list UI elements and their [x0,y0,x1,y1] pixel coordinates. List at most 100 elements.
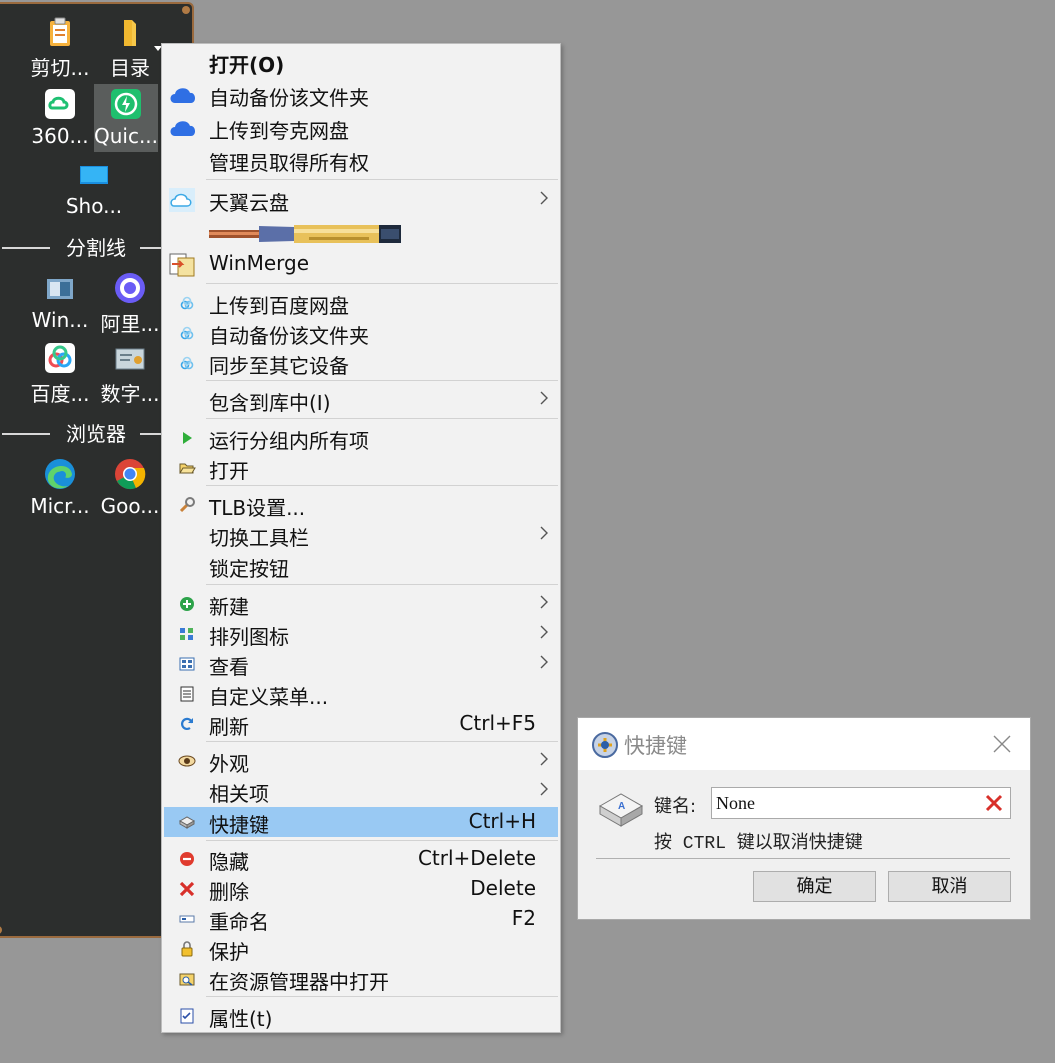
key-name-field[interactable]: None [711,787,1011,819]
menu-item-related[interactable]: 相关项 [164,776,558,806]
menu-item-label: 运行分组内所有项 [209,429,369,453]
dock-item-chrome[interactable]: Goo... [98,454,162,522]
menu-item-auto-backup-quark[interactable]: 自动备份该文件夹 [164,80,558,110]
keyboard-key-icon: A [598,793,644,827]
rename-icon [179,915,195,923]
quicker-icon [111,89,141,119]
menu-separator [206,996,558,997]
menu-item-label: 查看 [209,655,249,679]
menu-item-rename[interactable]: 重命名 F2 [164,904,558,934]
menu-item-open-o[interactable]: 打开(O) [164,47,558,77]
view-icon [179,657,195,671]
menu-item-view[interactable]: 查看 [164,649,558,679]
submenu-arrow-icon [540,655,548,669]
menu-item-label: 打开(O) [209,53,285,77]
menu-item-label: 自动备份该文件夹 [209,324,369,348]
custom-menu-icon [180,686,194,702]
hotkey-dialog: 快捷键 A 键名: None 按 CTRL 键以取消快捷键 确定 取消 [577,717,1031,920]
menu-separator [206,418,558,419]
dock-item-edge[interactable]: Micr... [28,454,92,522]
cancel-button[interactable]: 取消 [888,871,1011,902]
dock-item-show-desktop[interactable]: Sho... [62,154,126,222]
submenu-arrow-icon [540,752,548,766]
dock-item-clipboard[interactable]: 剪切... [28,12,92,80]
baidu-icon [180,296,194,310]
context-menu: 打开(O) 自动备份该文件夹 上传到夸克网盘 管理员取得所有权 天翼云盘 Win… [161,43,561,1033]
dock-item-label: Sho... [65,194,123,218]
dock-item-directory[interactable]: 目录 [98,12,162,80]
edge-icon [45,459,75,489]
dock-item-label: 阿里... [100,312,160,336]
menu-item-tlb-settings[interactable]: TLB设置... [164,490,558,520]
menu-item-refresh[interactable]: 刷新 Ctrl+F5 [164,709,558,739]
menu-item-label: 属性(t) [209,1007,273,1031]
submenu-arrow-icon [540,391,548,405]
rivet-top-right [182,6,190,14]
menu-item-label: WinMerge [209,251,309,275]
menu-item-upload-baidu[interactable]: 上传到百度网盘 [164,288,558,318]
winmerge-icon [169,253,195,277]
submenu-arrow-icon [540,782,548,796]
dock-item-label: 目录 [110,56,150,80]
menu-item-label: 重命名 [209,910,269,934]
menu-item-protect[interactable]: 保护 [164,934,558,964]
menu-item-delete[interactable]: 删除 Delete [164,874,558,904]
menu-item-auto-backup-baidu[interactable]: 自动备份该文件夹 [164,318,558,348]
menu-item-toggle-toolbar[interactable]: 切换工具栏 [164,520,558,550]
menu-separator [206,485,558,486]
dock-item-360[interactable]: 360... [28,84,92,152]
tianyi-cloud-icon [169,188,195,212]
quark-cloud-icon [170,121,196,136]
dock-item-winmerge[interactable]: Win... [28,268,92,336]
refresh-icon [181,717,194,731]
menu-item-label: 上传到夸克网盘 [209,119,349,143]
menu-item-open[interactable]: 打开 [164,453,558,483]
eye-icon [178,755,196,767]
clear-x-icon[interactable] [984,793,1004,813]
menu-item-upload-quark[interactable]: 上传到夸克网盘 [164,113,558,143]
dock-item-quicker[interactable]: Quic... [94,84,158,152]
menu-item-winmerge[interactable]: WinMerge [164,249,558,279]
menu-item-label: 隐藏 [209,850,249,874]
menu-item-shortcut: Ctrl+F5 [459,711,536,735]
menu-item-open-in-explorer[interactable]: 在资源管理器中打开 [164,964,558,994]
menu-item-label: 自动备份该文件夹 [209,86,369,110]
baidu-icon [180,326,194,340]
menu-item-custom-menu[interactable]: 自定义菜单... [164,679,558,709]
menu-item-label: 自定义菜单... [209,685,329,709]
dock-item-aliyun[interactable]: 阿里... [98,268,162,336]
dock-item-label: Quic... [93,124,159,148]
menu-item-arrange-icons[interactable]: 排列图标 [164,619,558,649]
dock-item-label: 剪切... [30,56,90,80]
menu-item-new[interactable]: 新建 [164,589,558,619]
menu-item-bullet-banner[interactable] [164,219,558,249]
dock-item-certificate[interactable]: 数字... [98,338,162,406]
key-name-label: 键名: [654,796,697,817]
quark-cloud-icon [170,88,196,103]
menu-separator [206,840,558,841]
menu-item-label: 保护 [209,940,249,964]
close-icon[interactable] [992,734,1012,754]
baidu-icon [180,356,194,370]
menu-item-take-ownership[interactable]: 管理员取得所有权 [164,145,558,175]
menu-item-properties[interactable]: 属性(t) [164,1001,558,1031]
dock-item-label: 百度... [30,382,90,406]
menu-item-tianyi-cloud[interactable]: 天翼云盘 [164,185,558,215]
dialog-titlebar[interactable]: 快捷键 [578,718,1030,770]
svg-text:A: A [618,801,625,812]
menu-item-sync-devices[interactable]: 同步至其它设备 [164,348,558,378]
menu-item-hide[interactable]: 隐藏 Ctrl+Delete [164,844,558,874]
dock-item-baidu[interactable]: 百度... [28,338,92,406]
dock-item-label: Goo... [100,494,160,518]
hotkey-app-icon [592,732,618,758]
menu-item-hotkey[interactable]: 快捷键 Ctrl+H [164,807,558,837]
menu-item-lock-buttons[interactable]: 锁定按钮 [164,551,558,581]
menu-item-label: 打开 [209,459,249,483]
menu-item-include-in-library[interactable]: 包含到库中(I) [164,385,558,415]
menu-item-label: 管理员取得所有权 [209,151,369,175]
menu-separator [206,179,558,180]
menu-item-run-group[interactable]: 运行分组内所有项 [164,423,558,453]
ok-button[interactable]: 确定 [753,871,876,902]
menu-item-appearance[interactable]: 外观 [164,746,558,776]
dock-item-label: 数字... [100,382,160,406]
